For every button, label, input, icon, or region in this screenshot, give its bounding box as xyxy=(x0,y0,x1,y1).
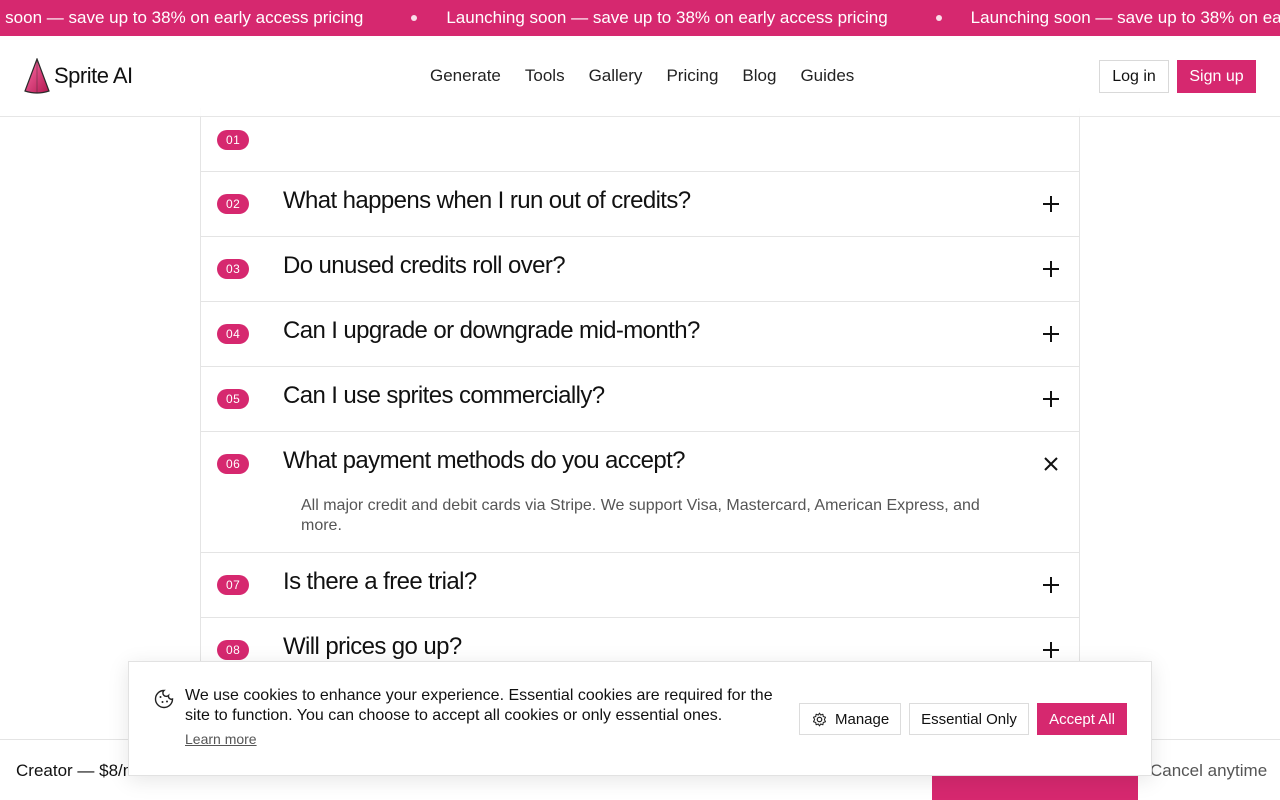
faq-question: Is there a free trial? xyxy=(283,568,477,595)
cookie-message: We use cookies to enhance your experienc… xyxy=(185,687,773,724)
plus-icon[interactable] xyxy=(1041,259,1061,279)
faq-accordion: 01 02 What happens when I run out of cre… xyxy=(200,108,1080,708)
gear-icon xyxy=(812,712,827,726)
faq-number-badge: 02 xyxy=(217,194,250,214)
nav-generate[interactable]: Generate xyxy=(430,66,501,86)
faq-number-badge: 04 xyxy=(217,324,250,344)
faq-question: Will prices go up? xyxy=(283,633,462,660)
faq-question: Do unused credits roll over? xyxy=(283,252,566,279)
faq-item[interactable]: 02 What happens when I run out of credit… xyxy=(201,172,1079,237)
banner-message: Launching soon — save up to 38% on early… xyxy=(446,8,888,27)
faq-number-badge: 03 xyxy=(217,259,250,279)
nav-tools[interactable]: Tools xyxy=(525,66,565,86)
nav-gallery[interactable]: Gallery xyxy=(589,66,643,86)
cookie-consent-banner: We use cookies to enhance your experienc… xyxy=(128,661,1152,776)
faq-question: What happens when I run out of credits? xyxy=(283,187,691,214)
learn-more-link[interactable]: Learn more xyxy=(185,731,257,747)
banner-separator-dot xyxy=(935,15,942,21)
login-button[interactable]: Log in xyxy=(1099,60,1169,93)
faq-number-badge: 08 xyxy=(217,640,250,660)
faq-number-badge: 06 xyxy=(217,454,250,474)
faq-number-badge: 07 xyxy=(217,575,250,595)
nav-pricing[interactable]: Pricing xyxy=(666,66,718,86)
signup-button[interactable]: Sign up xyxy=(1177,60,1256,93)
faq-item[interactable]: 03 Do unused credits roll over? xyxy=(201,237,1079,302)
banner-track: Launching soon — save up to 38% on early… xyxy=(0,0,1280,36)
faq-question: Can I upgrade or downgrade mid-month? xyxy=(283,317,700,344)
accept-all-button[interactable]: Accept All xyxy=(1037,703,1127,735)
banner-message: Launching soon — save up to 38% on early… xyxy=(0,8,364,27)
faq-item[interactable]: 04 Can I upgrade or downgrade mid-month? xyxy=(201,302,1079,367)
faq-item[interactable]: 07 Is there a free trial? xyxy=(201,553,1079,618)
faq-question: Can I use sprites commercially? xyxy=(283,382,605,409)
faq-item[interactable]: 01 xyxy=(201,108,1079,172)
essential-only-button[interactable]: Essential Only xyxy=(909,703,1029,735)
plus-icon[interactable] xyxy=(1041,194,1061,214)
logo-link[interactable]: Sprite AI xyxy=(24,58,133,94)
faq-number-badge: 01 xyxy=(217,130,250,150)
brand-name: Sprite AI xyxy=(54,63,133,88)
plus-icon[interactable] xyxy=(1041,575,1061,595)
faq-item-expanded[interactable]: 06 What payment methods do you accept? A… xyxy=(201,432,1079,553)
site-header: Sprite AI Generate Tools Gallery Pricing… xyxy=(0,36,1280,117)
manage-label: Manage xyxy=(835,710,890,728)
banner-separator-dot xyxy=(411,15,418,21)
main-nav: Generate Tools Gallery Pricing Blog Guid… xyxy=(430,66,854,86)
faq-item[interactable]: 05 Can I use sprites commercially? xyxy=(201,367,1079,432)
plus-icon[interactable] xyxy=(1041,389,1061,409)
announcement-banner: Launching soon — save up to 38% on early… xyxy=(0,0,1280,36)
manage-cookies-button[interactable]: Manage xyxy=(799,703,901,735)
close-icon[interactable] xyxy=(1041,454,1061,474)
cancel-anytime-text: Cancel anytime xyxy=(1150,761,1268,780)
banner-message: Launching soon — save up to 38% on early… xyxy=(970,8,1280,27)
sprite-logo-icon xyxy=(24,58,50,94)
nav-blog[interactable]: Blog xyxy=(742,66,776,86)
plus-icon[interactable] xyxy=(1041,640,1061,660)
faq-number-badge: 05 xyxy=(217,389,250,409)
cookie-icon xyxy=(154,689,174,709)
faq-question: What payment methods do you accept? xyxy=(283,447,686,474)
plan-summary: Creator — $8/m xyxy=(16,761,137,780)
nav-guides[interactable]: Guides xyxy=(800,66,854,86)
plus-icon[interactable] xyxy=(1041,324,1061,344)
faq-answer: All major credit and debit cards via Str… xyxy=(301,497,980,534)
